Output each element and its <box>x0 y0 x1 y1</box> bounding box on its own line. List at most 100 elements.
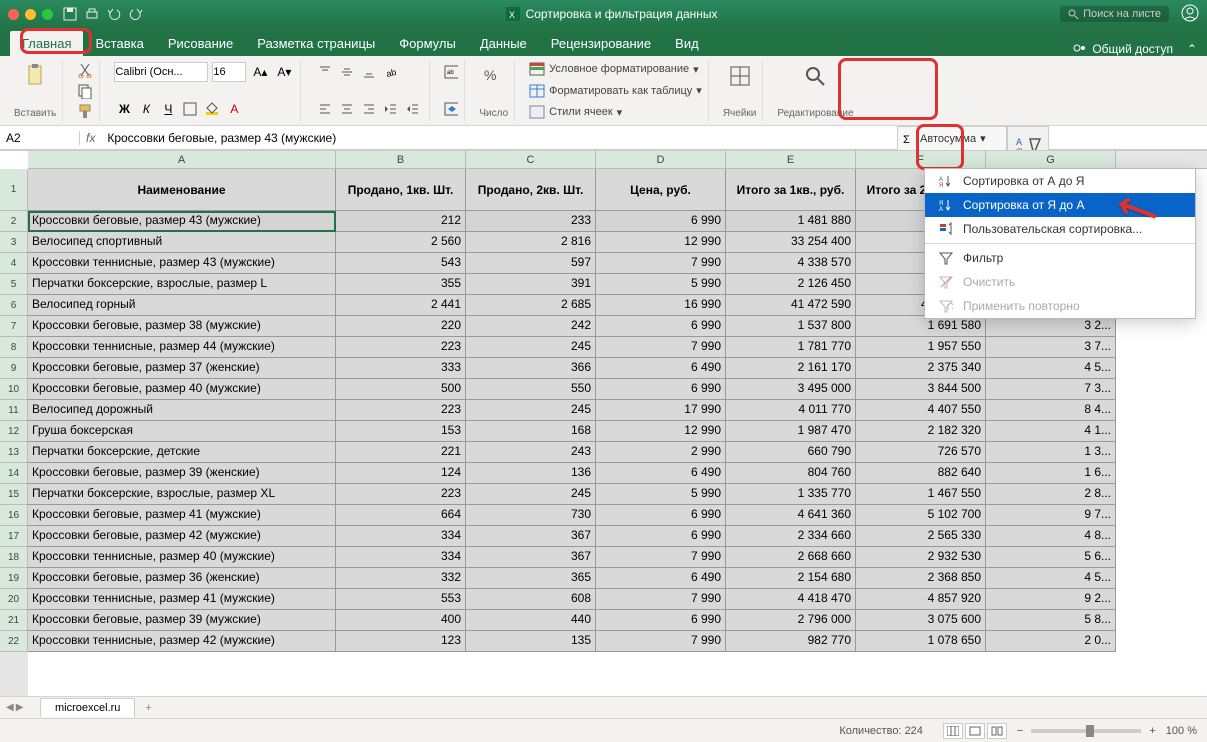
column-header[interactable]: F <box>856 151 986 168</box>
cell[interactable]: 553 <box>336 589 466 610</box>
tab-data[interactable]: Данные <box>468 31 539 56</box>
cell[interactable]: Перчатки боксерские, взрослые, размер XL <box>28 484 336 505</box>
cell[interactable]: 2 161 170 <box>726 358 856 379</box>
row-header[interactable]: 7 <box>0 316 28 337</box>
cell[interactable]: 366 <box>466 358 596 379</box>
cell[interactable]: 391 <box>466 274 596 295</box>
cell[interactable]: 726 570 <box>856 442 986 463</box>
cell[interactable]: 1 078 650 <box>856 631 986 652</box>
add-sheet-button[interactable]: + <box>137 699 159 717</box>
orientation-icon[interactable]: ab <box>381 62 401 82</box>
cell[interactable]: 4 5... <box>986 358 1116 379</box>
cell[interactable]: 4 418 470 <box>726 589 856 610</box>
row-header[interactable]: 6 <box>0 295 28 316</box>
column-header[interactable]: C <box>466 151 596 168</box>
increase-font-icon[interactable]: A▴ <box>250 62 270 82</box>
header-cell[interactable]: Продано, 1кв. Шт. <box>336 169 466 211</box>
cell[interactable]: 3 844 500 <box>856 379 986 400</box>
undo-icon[interactable] <box>107 7 121 21</box>
cell[interactable]: 4 1... <box>986 421 1116 442</box>
cell[interactable]: 333 <box>336 358 466 379</box>
cell[interactable]: 245 <box>466 484 596 505</box>
cell[interactable]: 123 <box>336 631 466 652</box>
cell[interactable]: 982 770 <box>726 631 856 652</box>
cell[interactable]: 2 685 <box>466 295 596 316</box>
tab-review[interactable]: Рецензирование <box>539 31 663 56</box>
cell[interactable]: 8 4... <box>986 400 1116 421</box>
cell[interactable]: 1 781 770 <box>726 337 856 358</box>
cell[interactable]: 233 <box>466 211 596 232</box>
cell[interactable]: Кроссовки беговые, размер 38 (мужские) <box>28 316 336 337</box>
cell[interactable]: 168 <box>466 421 596 442</box>
column-header[interactable]: A <box>28 151 336 168</box>
conditional-formatting-button[interactable]: Условное форматирование▾ <box>529 62 698 76</box>
redo-icon[interactable] <box>129 7 143 21</box>
cell[interactable]: 6 490 <box>596 358 726 379</box>
cell[interactable]: 3 495 000 <box>726 379 856 400</box>
cell[interactable]: Кроссовки беговые, размер 37 (женские) <box>28 358 336 379</box>
search-box[interactable]: Поиск на листе <box>1060 6 1169 22</box>
paste-button[interactable] <box>21 62 49 90</box>
cell[interactable]: 1 6... <box>986 463 1116 484</box>
cell[interactable]: 9 7... <box>986 505 1116 526</box>
tab-home[interactable]: Главная <box>10 31 83 56</box>
cell[interactable]: 2 560 <box>336 232 466 253</box>
cell[interactable]: Велосипед спортивный <box>28 232 336 253</box>
row-header[interactable]: 17 <box>0 526 28 547</box>
cell[interactable]: 3 075 600 <box>856 610 986 631</box>
row-header[interactable]: 14 <box>0 463 28 484</box>
cell[interactable]: 2 932 530 <box>856 547 986 568</box>
cell[interactable]: 9 2... <box>986 589 1116 610</box>
cell[interactable]: 6 990 <box>596 505 726 526</box>
cell[interactable]: 223 <box>336 337 466 358</box>
cell[interactable]: 1 537 800 <box>726 316 856 337</box>
zoom-out-button[interactable]: − <box>1017 725 1023 737</box>
close-window-icon[interactable] <box>8 9 19 20</box>
row-header[interactable]: 12 <box>0 421 28 442</box>
column-header[interactable]: G <box>986 151 1116 168</box>
column-header[interactable]: E <box>726 151 856 168</box>
cell[interactable]: 3 2... <box>986 316 1116 337</box>
collapse-ribbon-icon[interactable]: ⌃ <box>1187 42 1197 56</box>
underline-button[interactable]: Ч <box>158 99 178 119</box>
cell[interactable]: 1 467 550 <box>856 484 986 505</box>
cell[interactable]: 153 <box>336 421 466 442</box>
increase-indent-icon[interactable] <box>403 99 423 119</box>
cell[interactable]: Кроссовки теннисные, размер 40 (мужские) <box>28 547 336 568</box>
align-center-icon[interactable] <box>337 99 357 119</box>
cell[interactable]: Кроссовки беговые, размер 43 (мужские) <box>28 211 336 232</box>
cell[interactable]: 136 <box>466 463 596 484</box>
header-cell[interactable]: Цена, руб. <box>596 169 726 211</box>
cell[interactable]: 223 <box>336 484 466 505</box>
row-header[interactable]: 3 <box>0 232 28 253</box>
cell[interactable]: Кроссовки беговые, размер 40 (мужские) <box>28 379 336 400</box>
cell[interactable]: 4 5... <box>986 568 1116 589</box>
header-cell[interactable]: Продано, 2кв. Шт. <box>466 169 596 211</box>
column-header[interactable]: B <box>336 151 466 168</box>
cell[interactable]: 135 <box>466 631 596 652</box>
cell[interactable]: 355 <box>336 274 466 295</box>
cell[interactable]: 6 990 <box>596 379 726 400</box>
row-header[interactable]: 18 <box>0 547 28 568</box>
cell[interactable]: 664 <box>336 505 466 526</box>
cell[interactable]: 4 011 770 <box>726 400 856 421</box>
cell[interactable]: 7 990 <box>596 631 726 652</box>
align-bottom-icon[interactable] <box>359 62 379 82</box>
cell[interactable]: Велосипед горный <box>28 295 336 316</box>
cell[interactable]: 242 <box>466 316 596 337</box>
cell[interactable]: 245 <box>466 400 596 421</box>
cell[interactable]: 12 990 <box>596 421 726 442</box>
cell[interactable]: 334 <box>336 547 466 568</box>
cell[interactable]: 7 990 <box>596 253 726 274</box>
user-account-icon[interactable] <box>1181 4 1199 25</box>
cell[interactable]: 6 990 <box>596 316 726 337</box>
font-name-select[interactable] <box>114 62 208 82</box>
cell[interactable]: 2 368 850 <box>856 568 986 589</box>
row-header[interactable]: 15 <box>0 484 28 505</box>
cell[interactable]: Перчатки боксерские, детские <box>28 442 336 463</box>
row-header[interactable]: 5 <box>0 274 28 295</box>
print-icon[interactable] <box>85 7 99 21</box>
tab-insert[interactable]: Вставка <box>83 31 155 56</box>
cell[interactable]: 804 760 <box>726 463 856 484</box>
maximize-window-icon[interactable] <box>42 9 53 20</box>
